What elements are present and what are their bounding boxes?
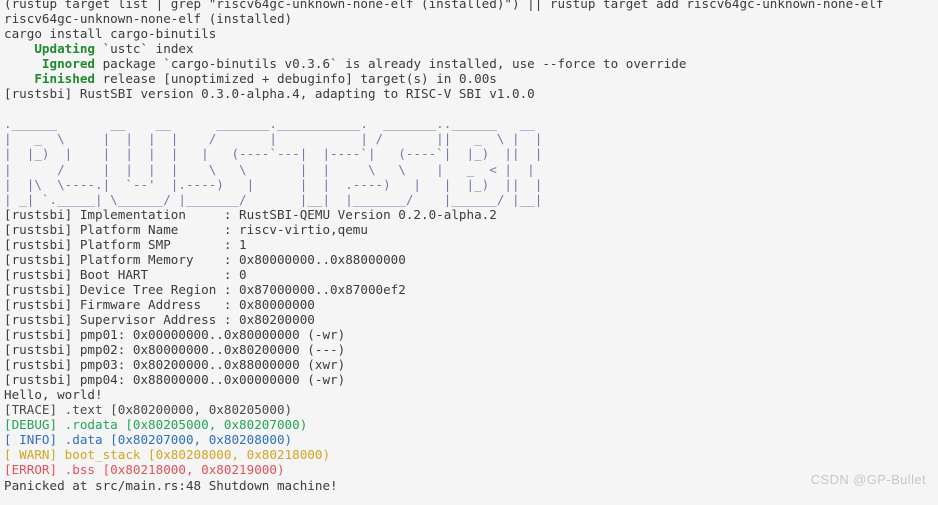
terminal-segment bbox=[4, 41, 34, 56]
terminal-line-rustsbi-pmp04: [rustsbi] pmp04: 0x88000000..0x00000000 … bbox=[4, 372, 938, 387]
terminal-segment: release [unoptimized + debuginfo] target… bbox=[95, 71, 497, 87]
terminal-segment: Ignored bbox=[41, 56, 95, 72]
terminal-line-rustsbi-implementation: [rustsbi] Implementation : RustSBI-QEMU … bbox=[4, 207, 938, 222]
terminal-segment: [ WARN] boot_stack [0x80208000, 0x802180… bbox=[4, 447, 331, 463]
terminal-line-ascii-art-3: | |_) | | | | | | (----`---| |----`| (--… bbox=[4, 146, 938, 161]
terminal-output: (rustup target list | grep "riscv64gc-un… bbox=[4, 0, 938, 493]
terminal-line-log-debug-rodata: [DEBUG] .rodata [0x80205000, 0x80207000) bbox=[4, 417, 938, 432]
terminal-segment: Finished bbox=[34, 71, 96, 87]
terminal-segment: [rustsbi] Platform Name : riscv-virtio,q… bbox=[4, 221, 368, 237]
terminal-line-rustsbi-supervisor-address: [rustsbi] Supervisor Address : 0x8020000… bbox=[4, 312, 938, 327]
terminal-segment: | |_) | | | | | | (----`---| |----`| (--… bbox=[4, 146, 543, 162]
terminal-line-out-ignored: Ignored package `cargo-binutils v0.3.6` … bbox=[4, 56, 938, 71]
terminal-segment: [rustsbi] Supervisor Address : 0x8020000… bbox=[4, 311, 315, 327]
terminal-line-hello-world: Hello, world! bbox=[4, 387, 938, 402]
terminal-segment: [rustsbi] Boot HART : 0 bbox=[4, 266, 247, 282]
terminal-segment: Panicked at src/main.rs:48 Shutdown mach… bbox=[4, 477, 338, 493]
terminal-line-log-trace-text: [TRACE] .text [0x80200000, 0x80205000) bbox=[4, 402, 938, 417]
terminal-line-rustsbi-boot-hart: [rustsbi] Boot HART : 0 bbox=[4, 267, 938, 282]
terminal-segment: `ustc` index bbox=[95, 41, 194, 57]
terminal-segment: Updating bbox=[34, 41, 96, 57]
terminal-segment bbox=[4, 71, 34, 86]
terminal-line-blank-1 bbox=[4, 101, 938, 116]
terminal-segment: [DEBUG] .rodata [0x80205000, 0x80207000) bbox=[4, 417, 308, 433]
terminal-segment: [rustsbi] pmp03: 0x80200000..0x88000000 … bbox=[4, 357, 346, 373]
terminal-segment: [rustsbi] Implementation : RustSBI-QEMU … bbox=[4, 206, 497, 222]
terminal-segment: [rustsbi] Firmware Address : 0x80000000 bbox=[4, 296, 315, 312]
terminal-line-log-info-data: [ INFO] .data [0x80207000, 0x80208000) bbox=[4, 432, 938, 447]
terminal-line-ascii-art-6: | _| `._____| \______/ |_______/ |__| |_… bbox=[4, 192, 938, 207]
terminal-line-cmd-rustup-target: (rustup target list | grep "riscv64gc-un… bbox=[4, 0, 938, 11]
terminal-segment: [rustsbi] Platform Memory : 0x80000000..… bbox=[4, 251, 406, 267]
terminal-line-out-finished: Finished release [unoptimized + debuginf… bbox=[4, 71, 938, 86]
terminal-segment: Hello, world! bbox=[4, 387, 103, 403]
terminal-line-rustsbi-platform-smp: [rustsbi] Platform SMP : 1 bbox=[4, 237, 938, 252]
terminal-segment: | _ \ | | | | / | | / || _ \ | | bbox=[4, 131, 543, 147]
terminal-segment: [TRACE] .text [0x80200000, 0x80205000) bbox=[4, 402, 293, 418]
terminal-line-rustsbi-firmware-address: [rustsbi] Firmware Address : 0x80000000 bbox=[4, 297, 938, 312]
terminal-line-rustsbi-device-tree-region: [rustsbi] Device Tree Region : 0x8700000… bbox=[4, 282, 938, 297]
terminal-segment bbox=[4, 56, 42, 71]
terminal-segment: [rustsbi] RustSBI version 0.3.0-alpha.4,… bbox=[4, 86, 535, 102]
terminal-segment: [ INFO] .data [0x80207000, 0x80208000) bbox=[4, 432, 293, 448]
terminal-line-rustsbi-pmp03: [rustsbi] pmp03: 0x80200000..0x88000000 … bbox=[4, 357, 938, 372]
terminal-segment: [ERROR] .bss [0x80218000, 0x80219000) bbox=[4, 462, 285, 478]
terminal-segment: [rustsbi] pmp02: 0x80000000..0x80200000 … bbox=[4, 342, 346, 358]
terminal-line-rustsbi-pmp01: [rustsbi] pmp01: 0x00000000..0x80000000 … bbox=[4, 327, 938, 342]
csdn-watermark: CSDN @GP-Bullet bbox=[810, 471, 926, 487]
terminal-line-rustsbi-platform-name: [rustsbi] Platform Name : riscv-virtio,q… bbox=[4, 222, 938, 237]
terminal-segment: riscv64gc-unknown-none-elf (installed) bbox=[4, 11, 293, 27]
terminal-line-rustsbi-version: [rustsbi] RustSBI version 0.3.0-alpha.4,… bbox=[4, 86, 938, 101]
terminal-segment: [rustsbi] Device Tree Region : 0x8700000… bbox=[4, 281, 406, 297]
terminal-segment: | / | | | | \ \ | | \ \ | _ < | | bbox=[4, 161, 535, 177]
terminal-line-out-target-installed: riscv64gc-unknown-none-elf (installed) bbox=[4, 11, 938, 26]
terminal-line-ascii-art-1: .______ __ __ _______.___________. _____… bbox=[4, 116, 938, 131]
terminal-line-rustsbi-platform-memory: [rustsbi] Platform Memory : 0x80000000..… bbox=[4, 252, 938, 267]
terminal-line-ascii-art-2: | _ \ | | | | / | | / || _ \ | | bbox=[4, 131, 938, 146]
terminal-segment: | _| `._____| \______/ |_______/ |__| |_… bbox=[4, 191, 543, 207]
terminal-segment: [rustsbi] pmp04: 0x88000000..0x00000000 … bbox=[4, 372, 346, 388]
terminal-line-ascii-art-5: | |\ \----.| `--' |.----) | | | .----) |… bbox=[4, 177, 938, 192]
terminal-segment: [rustsbi] pmp01: 0x00000000..0x80000000 … bbox=[4, 327, 346, 343]
terminal-line-cmd-cargo-install: cargo install cargo-binutils bbox=[4, 26, 938, 41]
terminal-line-ascii-art-4: | / | | | | \ \ | | \ \ | _ < | | bbox=[4, 162, 938, 177]
terminal-segment: cargo install cargo-binutils bbox=[4, 26, 217, 42]
terminal-segment: package `cargo-binutils v0.3.6` is alrea… bbox=[95, 56, 687, 72]
terminal-line-out-updating: Updating `ustc` index bbox=[4, 41, 938, 56]
terminal-line-log-warn-boot-stack: [ WARN] boot_stack [0x80208000, 0x802180… bbox=[4, 447, 938, 462]
terminal-segment: (rustup target list | grep "riscv64gc-un… bbox=[4, 0, 884, 11]
terminal-line-rustsbi-pmp02: [rustsbi] pmp02: 0x80000000..0x80200000 … bbox=[4, 342, 938, 357]
terminal-segment: [rustsbi] Platform SMP : 1 bbox=[4, 236, 247, 252]
terminal-segment: | |\ \----.| `--' |.----) | | | .----) |… bbox=[4, 176, 543, 192]
terminal-line-panic-message: Panicked at src/main.rs:48 Shutdown mach… bbox=[4, 478, 938, 493]
terminal-window[interactable]: (rustup target list | grep "riscv64gc-un… bbox=[0, 0, 938, 505]
terminal-line-log-error-bss: [ERROR] .bss [0x80218000, 0x80219000) bbox=[4, 462, 938, 477]
terminal-segment: .______ __ __ _______.___________. _____… bbox=[4, 116, 535, 132]
